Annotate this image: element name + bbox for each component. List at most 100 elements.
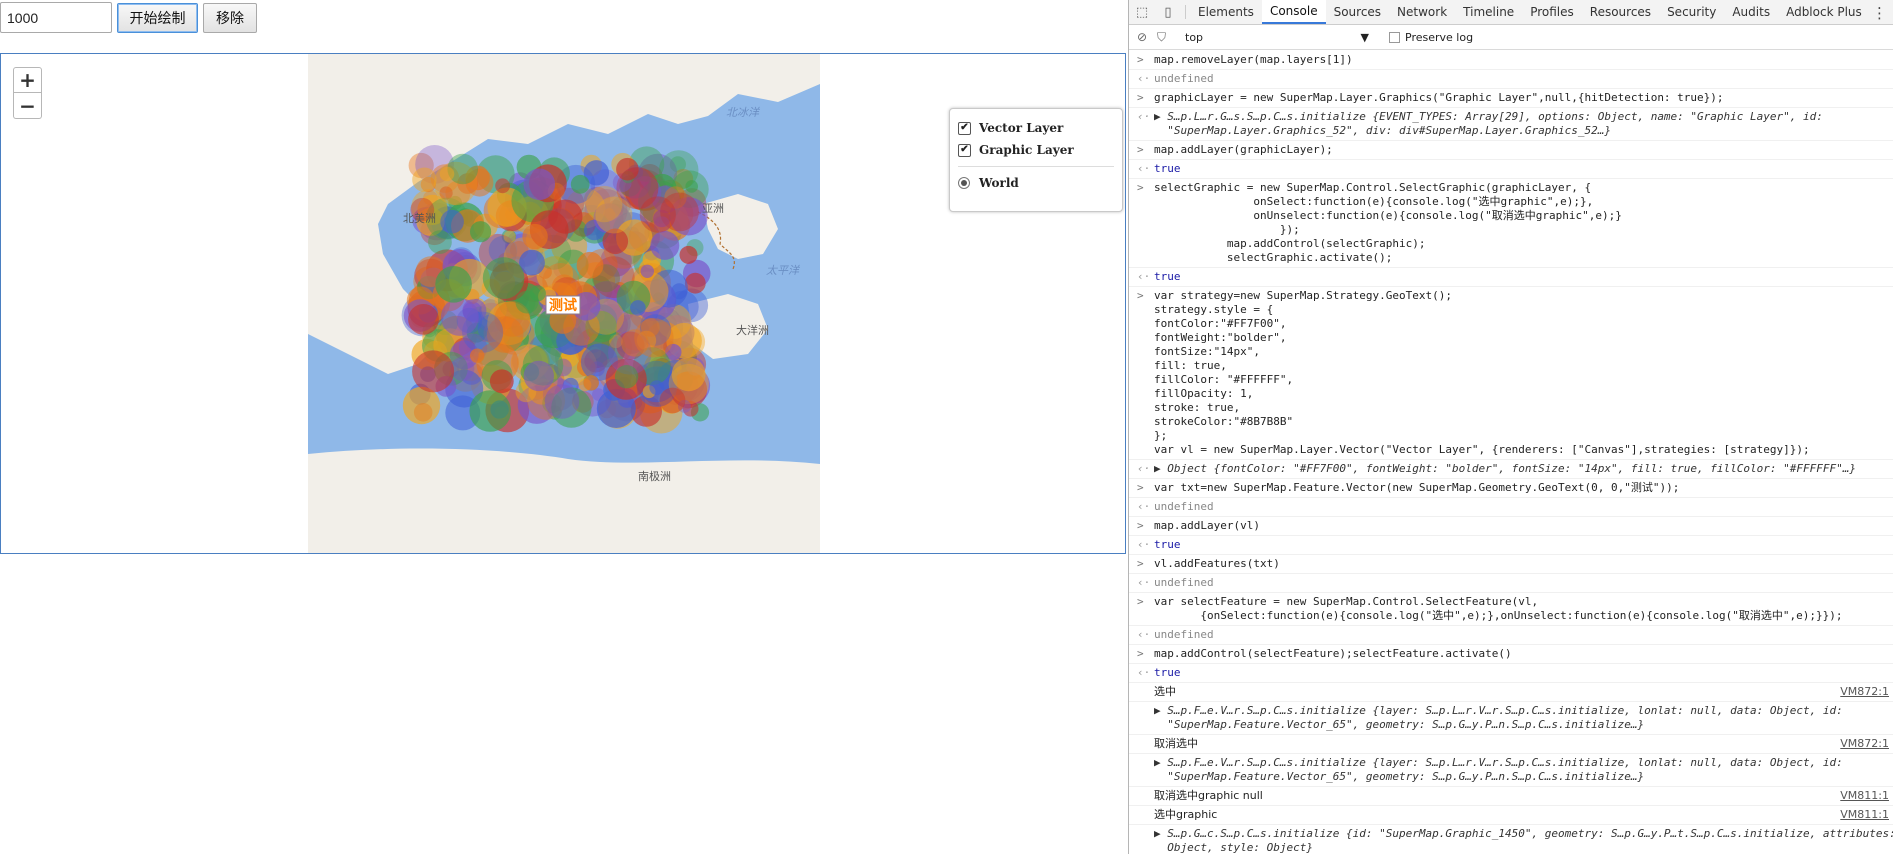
prompt-chevron-icon: > <box>1137 647 1144 660</box>
graphic-point[interactable] <box>428 230 452 255</box>
message-text: undefined <box>1154 500 1214 513</box>
test-text-feature[interactable]: 测试 <box>549 297 577 314</box>
radio-selected-icon[interactable] <box>958 177 970 189</box>
graphic-point[interactable] <box>640 264 654 278</box>
world-map[interactable]: 北冰洋 北美洲 亚洲 太平洋 大洋洲 南极洲 测试 <box>308 54 820 553</box>
graphic-point[interactable] <box>630 300 646 316</box>
message-text: undefined <box>1154 72 1214 85</box>
graphic-point[interactable] <box>641 318 660 337</box>
base-layer-item-world[interactable]: World <box>958 172 1122 194</box>
graphic-point[interactable] <box>470 348 485 363</box>
tab-adblock-plus[interactable]: Adblock Plus <box>1778 0 1870 24</box>
graphic-point[interactable] <box>650 230 680 260</box>
result-arrow-icon: ‹· <box>1137 270 1151 283</box>
console-object[interactable]: ▶ S…p.F…e.V…r.S…p.C…s.initialize {layer:… <box>1129 702 1893 735</box>
source-link[interactable]: VM872:1 <box>1840 737 1889 751</box>
graphic-point[interactable] <box>482 257 525 299</box>
graphic-point[interactable] <box>522 223 548 250</box>
preserve-log-option[interactable]: Preserve log <box>1389 31 1473 44</box>
result-arrow-icon: ‹· <box>1137 628 1151 641</box>
start-draw-button[interactable]: 开始绘制 <box>117 3 198 33</box>
graphic-point[interactable] <box>583 375 599 391</box>
graphic-point[interactable] <box>576 251 604 279</box>
more-options-icon[interactable]: ⋮ <box>1872 0 1887 25</box>
graphic-point[interactable] <box>570 174 590 194</box>
graphic-point[interactable] <box>439 166 455 182</box>
divider <box>1185 5 1186 19</box>
graphic-point[interactable] <box>469 390 511 432</box>
prompt-chevron-icon: > <box>1137 181 1144 194</box>
remove-button[interactable]: 移除 <box>203 3 257 33</box>
message-text: selectGraphic = new SuperMap.Control.Sel… <box>1154 181 1622 264</box>
graphic-point[interactable] <box>684 272 706 294</box>
context-select[interactable]: top ▼ <box>1177 31 1377 44</box>
clear-console-icon[interactable]: ⊘ <box>1137 30 1157 44</box>
message-text: map.addControl(selectFeature);selectFeat… <box>1154 647 1512 660</box>
console-result-object[interactable]: ‹· ▶ Object {fontColor: "#FF7F00", fontWe… <box>1129 460 1893 479</box>
source-link[interactable]: VM811:1 <box>1840 808 1889 822</box>
graphic-point[interactable] <box>440 298 479 336</box>
device-mode-icon[interactable]: ▯ <box>1155 0 1181 24</box>
graphic-point[interactable] <box>495 178 510 194</box>
checkbox-checked-icon[interactable]: ✔ <box>958 143 971 157</box>
graphic-point[interactable] <box>402 386 441 425</box>
graphic-point[interactable] <box>470 221 492 243</box>
console-object[interactable]: ▶ S…p.G…c.S…p.C…s.initialize {id: "Super… <box>1129 825 1893 854</box>
graphic-point[interactable] <box>595 196 633 234</box>
tab-elements[interactable]: Elements <box>1190 0 1262 24</box>
layer-item-graphic[interactable]: ✔ Graphic Layer <box>958 139 1122 161</box>
graphic-point[interactable] <box>679 245 698 264</box>
tab-profiles[interactable]: Profiles <box>1522 0 1582 24</box>
graphic-point[interactable] <box>544 384 580 419</box>
graphic-point[interactable] <box>523 168 556 201</box>
layer-item-vector[interactable]: ✔ Vector Layer <box>958 117 1122 139</box>
result-arrow-icon: ‹· <box>1137 462 1151 475</box>
graphic-layer[interactable] <box>401 145 711 434</box>
tab-audits[interactable]: Audits <box>1724 0 1778 24</box>
checkbox-checked-icon[interactable]: ✔ <box>958 121 971 135</box>
graphic-point[interactable] <box>685 180 698 193</box>
graphic-point[interactable] <box>523 360 554 392</box>
source-link[interactable]: VM811:1 <box>1840 789 1889 803</box>
checkbox-icon[interactable] <box>1389 31 1400 43</box>
console-object[interactable]: ▶ S…p.F…e.V…r.S…p.C…s.initialize {layer:… <box>1129 754 1893 787</box>
graphic-point[interactable] <box>412 167 437 192</box>
zoom-out-button[interactable]: − <box>13 93 42 119</box>
land-antarctica <box>308 448 820 553</box>
tab-sources[interactable]: Sources <box>1326 0 1389 24</box>
tab-network[interactable]: Network <box>1389 0 1455 24</box>
graphic-point[interactable] <box>616 157 639 181</box>
zoom-in-button[interactable]: + <box>13 67 42 93</box>
graphic-point[interactable] <box>440 209 464 234</box>
tab-security[interactable]: Security <box>1659 0 1724 24</box>
result-arrow-icon: ‹· <box>1137 576 1151 589</box>
source-link[interactable]: VM872:1 <box>1840 685 1889 699</box>
graphic-point[interactable] <box>649 380 665 395</box>
dropdown-arrow-icon: ▼ <box>1360 30 1369 44</box>
tab-console[interactable]: Console <box>1261 0 1326 24</box>
graphic-point[interactable] <box>450 356 475 381</box>
graphic-point[interactable] <box>408 304 439 335</box>
graphic-point[interactable] <box>503 230 516 243</box>
graphic-point[interactable] <box>489 369 514 394</box>
tab-resources[interactable]: Resources <box>1582 0 1659 24</box>
count-input[interactable] <box>0 2 112 33</box>
graphic-point[interactable] <box>614 365 639 389</box>
message-text: map.removeLayer(map.layers[1]) <box>1154 53 1353 66</box>
tab-timeline[interactable]: Timeline <box>1455 0 1522 24</box>
inspect-element-icon[interactable]: ⬚ <box>1129 0 1155 24</box>
console-result-object[interactable]: ‹· ▶ S…p.L…r.G…s.S…p.C…s.initialize {EVEN… <box>1129 108 1893 141</box>
preserve-log-label: Preserve log <box>1405 30 1474 44</box>
message-text: ▶ S…p.F…e.V…r.S…p.C…s.initialize {layer:… <box>1154 756 1843 783</box>
graphic-point[interactable] <box>639 196 676 233</box>
graphic-point[interactable] <box>515 290 539 314</box>
prompt-chevron-icon: > <box>1137 289 1144 302</box>
graphic-point[interactable] <box>412 350 455 393</box>
console-messages[interactable]: > map.removeLayer(map.layers[1]) ‹· undefin… <box>1129 51 1893 854</box>
console-result: ‹· true <box>1129 664 1893 683</box>
graphic-point[interactable] <box>435 266 472 303</box>
filter-icon[interactable]: ⛉ <box>1157 30 1177 45</box>
map-viewport[interactable]: 北冰洋 北美洲 亚洲 太平洋 大洋洲 南极洲 测试 + − ✔ Vector L… <box>0 53 1126 554</box>
prompt-chevron-icon: > <box>1137 143 1144 156</box>
graphic-point[interactable] <box>659 387 686 414</box>
